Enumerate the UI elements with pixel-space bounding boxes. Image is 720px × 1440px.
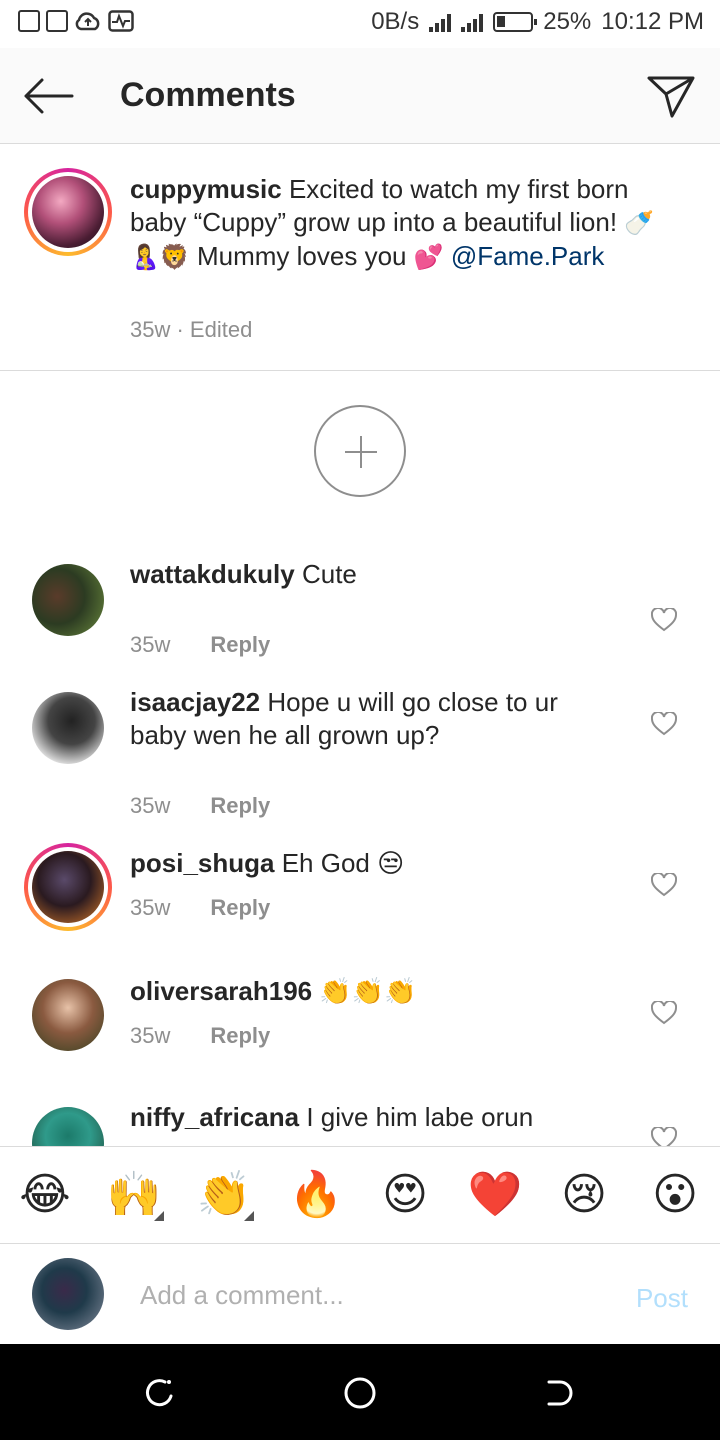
comment-meta: 35w Reply (130, 1023, 270, 1049)
emoji-quick-bar: 😂 🙌 👏 🔥 😍 ❤️ 😢 😮 (0, 1146, 720, 1244)
comment-username[interactable]: posi_shuga (130, 848, 274, 878)
emoji-raised-hands-button[interactable]: 🙌 (104, 1165, 164, 1225)
page-title: Comments (120, 76, 296, 114)
comment-username[interactable]: oliversarah196 (130, 976, 312, 1006)
signal-h-icon (461, 12, 484, 32)
status-bar: 0B/s 25% 10:12 PM (0, 0, 720, 48)
reply-button[interactable]: Reply (210, 895, 270, 921)
avatar[interactable] (32, 1107, 104, 1146)
heart-icon[interactable] (651, 1127, 677, 1146)
comment-input[interactable] (140, 1275, 600, 1315)
story-ring[interactable] (24, 843, 112, 931)
battery-percent: 25% (543, 8, 592, 35)
story-ring[interactable] (24, 168, 112, 256)
skin-tone-indicator-icon (154, 1211, 164, 1221)
comment-age: 35w (130, 632, 171, 657)
comment-body: I give him labe orun (306, 1102, 534, 1132)
post-caption: cuppymusic Excited to watch my first bor… (0, 145, 720, 371)
caption-body-2: Mummy loves you (189, 241, 414, 271)
comment-username[interactable]: niffy_africana (130, 1102, 299, 1132)
back-icon[interactable] (543, 1376, 577, 1410)
skin-tone-indicator-icon (244, 1211, 254, 1221)
comment-text: posi_shuga Eh God 😒 (130, 847, 610, 880)
comment-meta: 35w Reply (130, 632, 270, 658)
emoji-surprised-button[interactable]: 😮 (645, 1165, 705, 1225)
comment-body: 👏👏👏 (319, 976, 417, 1006)
comment-item: isaacjay22 Hope u will go close to ur ba… (0, 687, 720, 818)
caption-text: cuppymusic Excited to watch my first bor… (130, 173, 670, 274)
caption-emojis-2: 💕 (413, 243, 444, 271)
comments-list[interactable]: wattakdukuly Cute 35w Reply isaacjay22 H… (0, 540, 720, 1146)
signal-icon (429, 12, 452, 32)
avatar (32, 176, 104, 248)
emoji-clap-button[interactable]: 👏 (194, 1165, 254, 1225)
emoji-laugh-button[interactable]: 😂 (15, 1165, 75, 1225)
caption-age: 35w (130, 317, 171, 342)
home-icon[interactable] (343, 1376, 377, 1410)
android-nav-bar (0, 1344, 720, 1440)
caption-meta: 35w · Edited (130, 317, 253, 342)
comment-username[interactable]: wattakdukuly (130, 559, 295, 589)
header-bar: Comments (0, 48, 720, 144)
comment-body: Cute (301, 559, 357, 589)
avatar (32, 851, 104, 923)
comment-body: Eh God 😒 (281, 848, 405, 878)
reply-button[interactable]: Reply (210, 793, 270, 819)
emoji-heart-button[interactable]: ❤️ (465, 1165, 525, 1225)
recent-apps-icon[interactable] (143, 1376, 177, 1410)
status-notification-icons (18, 10, 134, 32)
heart-icon[interactable] (651, 873, 677, 897)
paper-plane-icon[interactable] (646, 72, 696, 120)
load-more-comments-button[interactable] (314, 405, 406, 497)
battery-icon (493, 12, 538, 32)
comment-meta: 35w Reply (130, 793, 270, 819)
post-button[interactable]: Post (636, 1283, 688, 1314)
avatar[interactable] (32, 692, 104, 764)
emoji-fire-button[interactable]: 🔥 (286, 1165, 346, 1225)
caption-edited: Edited (189, 317, 253, 342)
comment-text: isaacjay22 Hope u will go close to ur ba… (130, 686, 610, 752)
network-speed: 0B/s (371, 8, 420, 35)
comment-meta: 35w Reply (130, 895, 270, 921)
comment-text: niffy_africana I give him labe orun (130, 1101, 610, 1134)
comment-item: niffy_africana I give him labe orun (0, 1102, 720, 1146)
reply-button[interactable]: Reply (210, 1023, 270, 1049)
avatar[interactable] (32, 564, 104, 636)
status-system-icons: 0B/s 25% 10:12 PM (371, 8, 704, 36)
emoji-heart-eyes-button[interactable]: 😍 (375, 1165, 435, 1225)
emoji-crying-button[interactable]: 😢 (554, 1165, 614, 1225)
image-icon (46, 10, 68, 32)
heart-icon[interactable] (651, 1001, 677, 1025)
comment-age: 35w (130, 895, 171, 920)
comment-username[interactable]: isaacjay22 (130, 687, 260, 717)
arrow-left-icon[interactable] (22, 76, 74, 116)
comment-age: 35w (130, 793, 171, 818)
comment-text: wattakdukuly Cute (130, 558, 610, 591)
cloud-upload-icon (75, 12, 100, 31)
activity-icon (108, 10, 134, 32)
comment-item: posi_shuga Eh God 😒 35w Reply (0, 843, 720, 943)
heart-icon[interactable] (651, 608, 677, 632)
add-comment-bar: Post (0, 1245, 720, 1344)
avatar (32, 1258, 104, 1330)
message-icon (18, 10, 40, 32)
caption-mention[interactable]: @Fame.Park (451, 241, 605, 271)
caption-username[interactable]: cuppymusic (130, 174, 282, 204)
comment-item: oliversarah196 👏👏👏 35w Reply (0, 976, 720, 1079)
comment-text: oliversarah196 👏👏👏 (130, 975, 610, 1008)
comment-age: 35w (130, 1023, 171, 1048)
clock: 10:12 PM (601, 8, 704, 35)
heart-icon[interactable] (651, 712, 677, 736)
reply-button[interactable]: Reply (210, 632, 270, 658)
comment-item: wattakdukuly Cute 35w Reply (0, 559, 720, 664)
avatar[interactable] (32, 979, 104, 1051)
